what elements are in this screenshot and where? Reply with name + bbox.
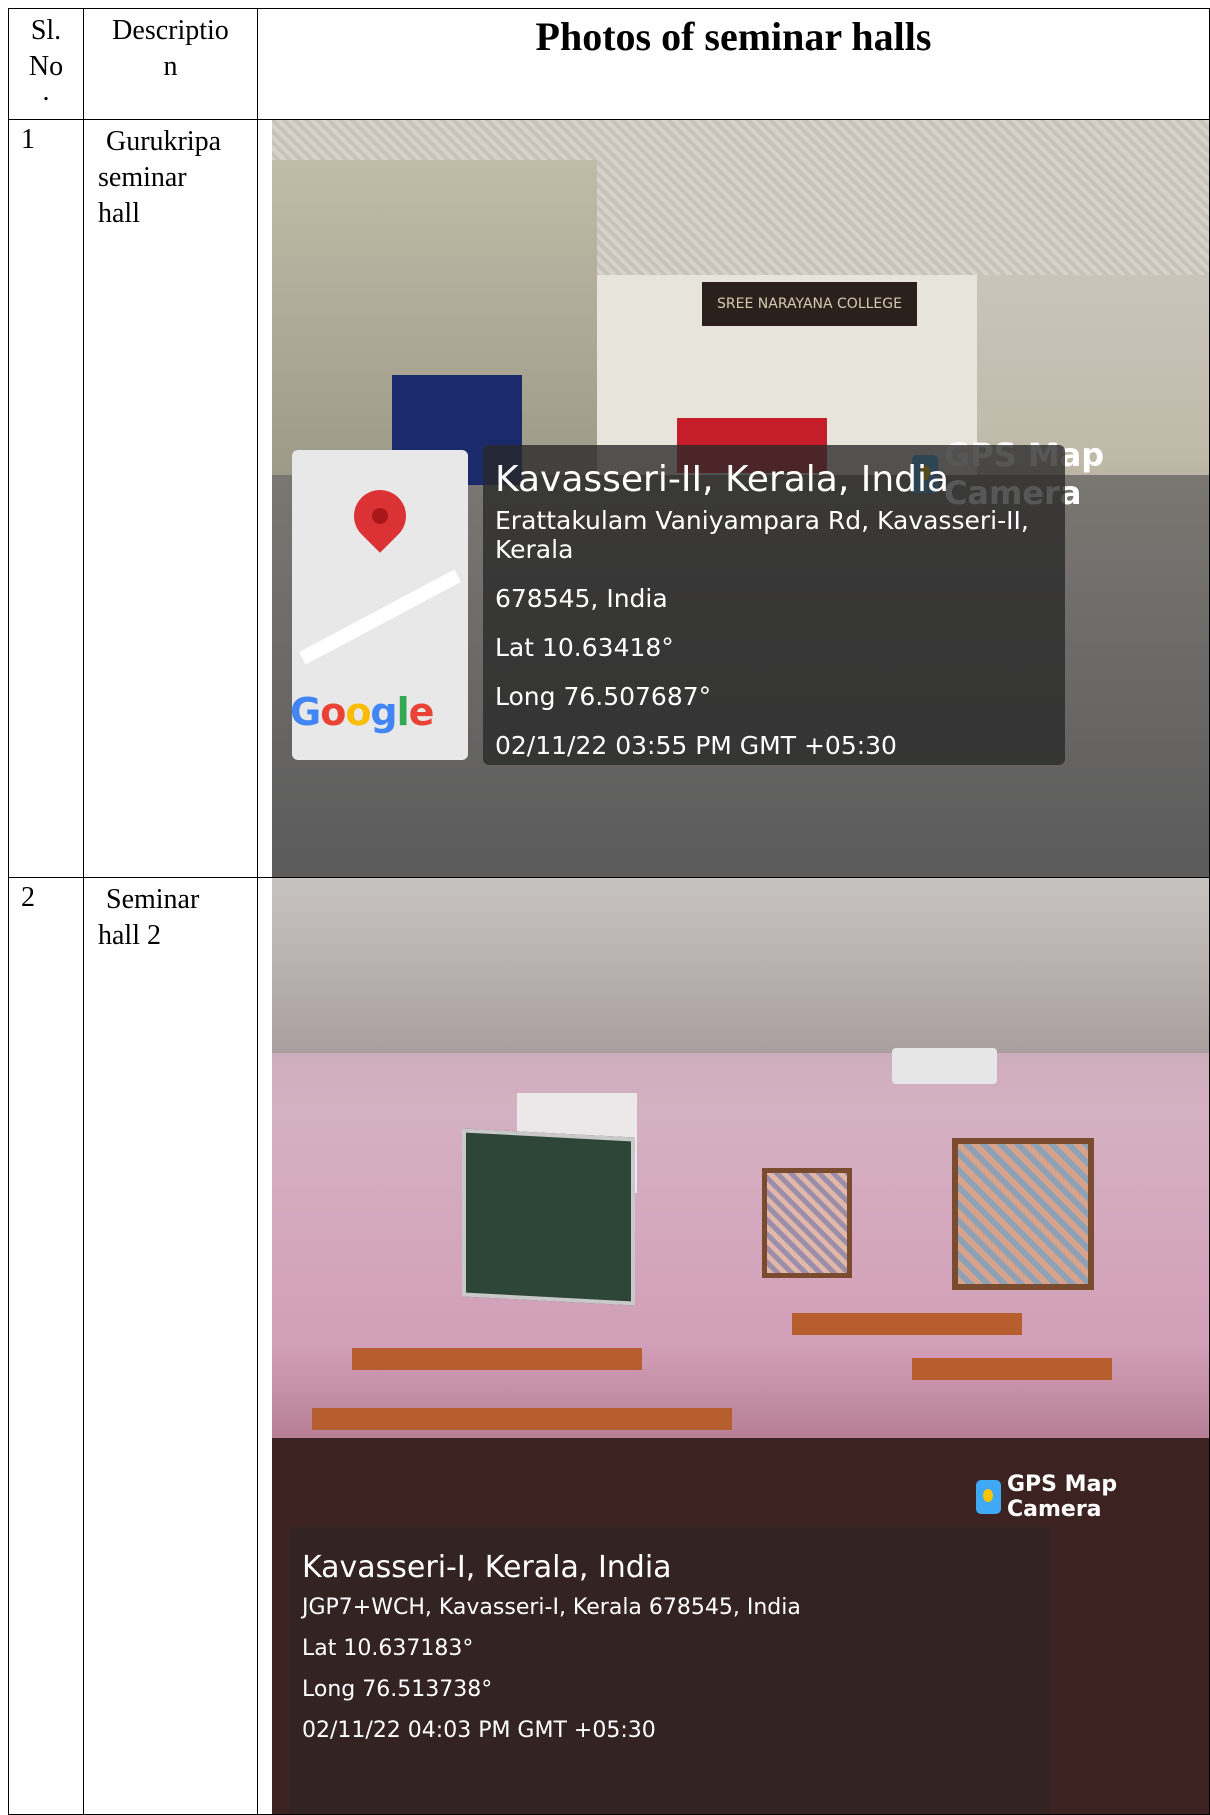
gps-map-camera-badge: GPS Map Camera (976, 1472, 1209, 1522)
desc-line: seminar (98, 162, 187, 193)
photo-cell-1: SREE NARAYANA COLLEGE GPS Map Camera Goo… (257, 119, 1210, 878)
seminar-hall-photo-1: SREE NARAYANA COLLEGE GPS Map Camera Goo… (272, 120, 1209, 877)
row-description: Seminar hall 2 (83, 877, 258, 1815)
header-desc-line: Descriptio (112, 15, 229, 46)
google-logo: Google (290, 690, 434, 734)
address-line: JGP7+WCH, Kavasseri-I, Kerala 678545, In… (302, 1595, 801, 1620)
row-number: 1 (8, 119, 84, 878)
header-sl-line: . (42, 76, 50, 107)
header-sl-no: Sl. No . (8, 8, 84, 120)
seminar-hall-photo-2: GPS Map Camera Kavasseri-I, Kerala, Indi… (272, 878, 1209, 1814)
location-title: Kavasseri-II, Kerala, India (495, 459, 950, 500)
chalkboard (462, 1128, 635, 1306)
college-banner: SREE NARAYANA COLLEGE (702, 282, 917, 326)
header-description: Descriptio n (83, 8, 258, 120)
address-line: 678545, India (495, 584, 668, 613)
gps-badge-label: GPS Map Camera (1006, 1472, 1118, 1522)
longitude: Long 76.507687° (495, 682, 712, 711)
map-road (299, 569, 461, 665)
location-info-box: Kavasseri-II, Kerala, India Erattakulam … (483, 445, 1065, 765)
desk (792, 1313, 1022, 1335)
location-info-box: Kavasseri-I, Kerala, India JGP7+WCH, Kav… (290, 1526, 1050, 1814)
air-conditioner (892, 1048, 997, 1084)
window (952, 1138, 1094, 1290)
desc-line: hall (98, 198, 140, 229)
photo-cell-2: GPS Map Camera Kavasseri-I, Kerala, Indi… (257, 877, 1210, 1815)
timestamp: 02/11/22 03:55 PM GMT +05:30 (495, 731, 897, 760)
desk (312, 1408, 732, 1430)
row-number: 2 (8, 877, 84, 1815)
desc-line: Gurukripa (106, 126, 222, 157)
map-thumbnail: Google (290, 450, 468, 760)
header-sl-line: Sl. (30, 15, 62, 46)
window (762, 1168, 852, 1278)
gps-map-camera-icon (976, 1480, 1001, 1514)
map-pin-dot (372, 508, 388, 524)
ceiling (272, 878, 1209, 1053)
timestamp: 02/11/22 04:03 PM GMT +05:30 (302, 1718, 656, 1743)
address-line: Erattakulam Vaniyampara Rd, Kavasseri-II… (495, 506, 1029, 564)
desk (352, 1348, 642, 1370)
desk (912, 1358, 1112, 1380)
seminar-halls-table: Sl. No . Descriptio n Photos of seminar … (8, 8, 1210, 1815)
desc-line: hall 2 (98, 920, 161, 951)
header-photos-title: Photos of seminar halls (257, 8, 1210, 120)
row-description: Gurukripa seminar hall (83, 119, 258, 878)
header-desc-line: n (163, 51, 178, 82)
desc-line: Seminar (106, 884, 200, 915)
longitude: Long 76.513738° (302, 1677, 493, 1702)
location-title: Kavasseri-I, Kerala, India (302, 1550, 672, 1585)
latitude: Lat 10.637183° (302, 1636, 474, 1661)
latitude: Lat 10.63418° (495, 633, 674, 662)
